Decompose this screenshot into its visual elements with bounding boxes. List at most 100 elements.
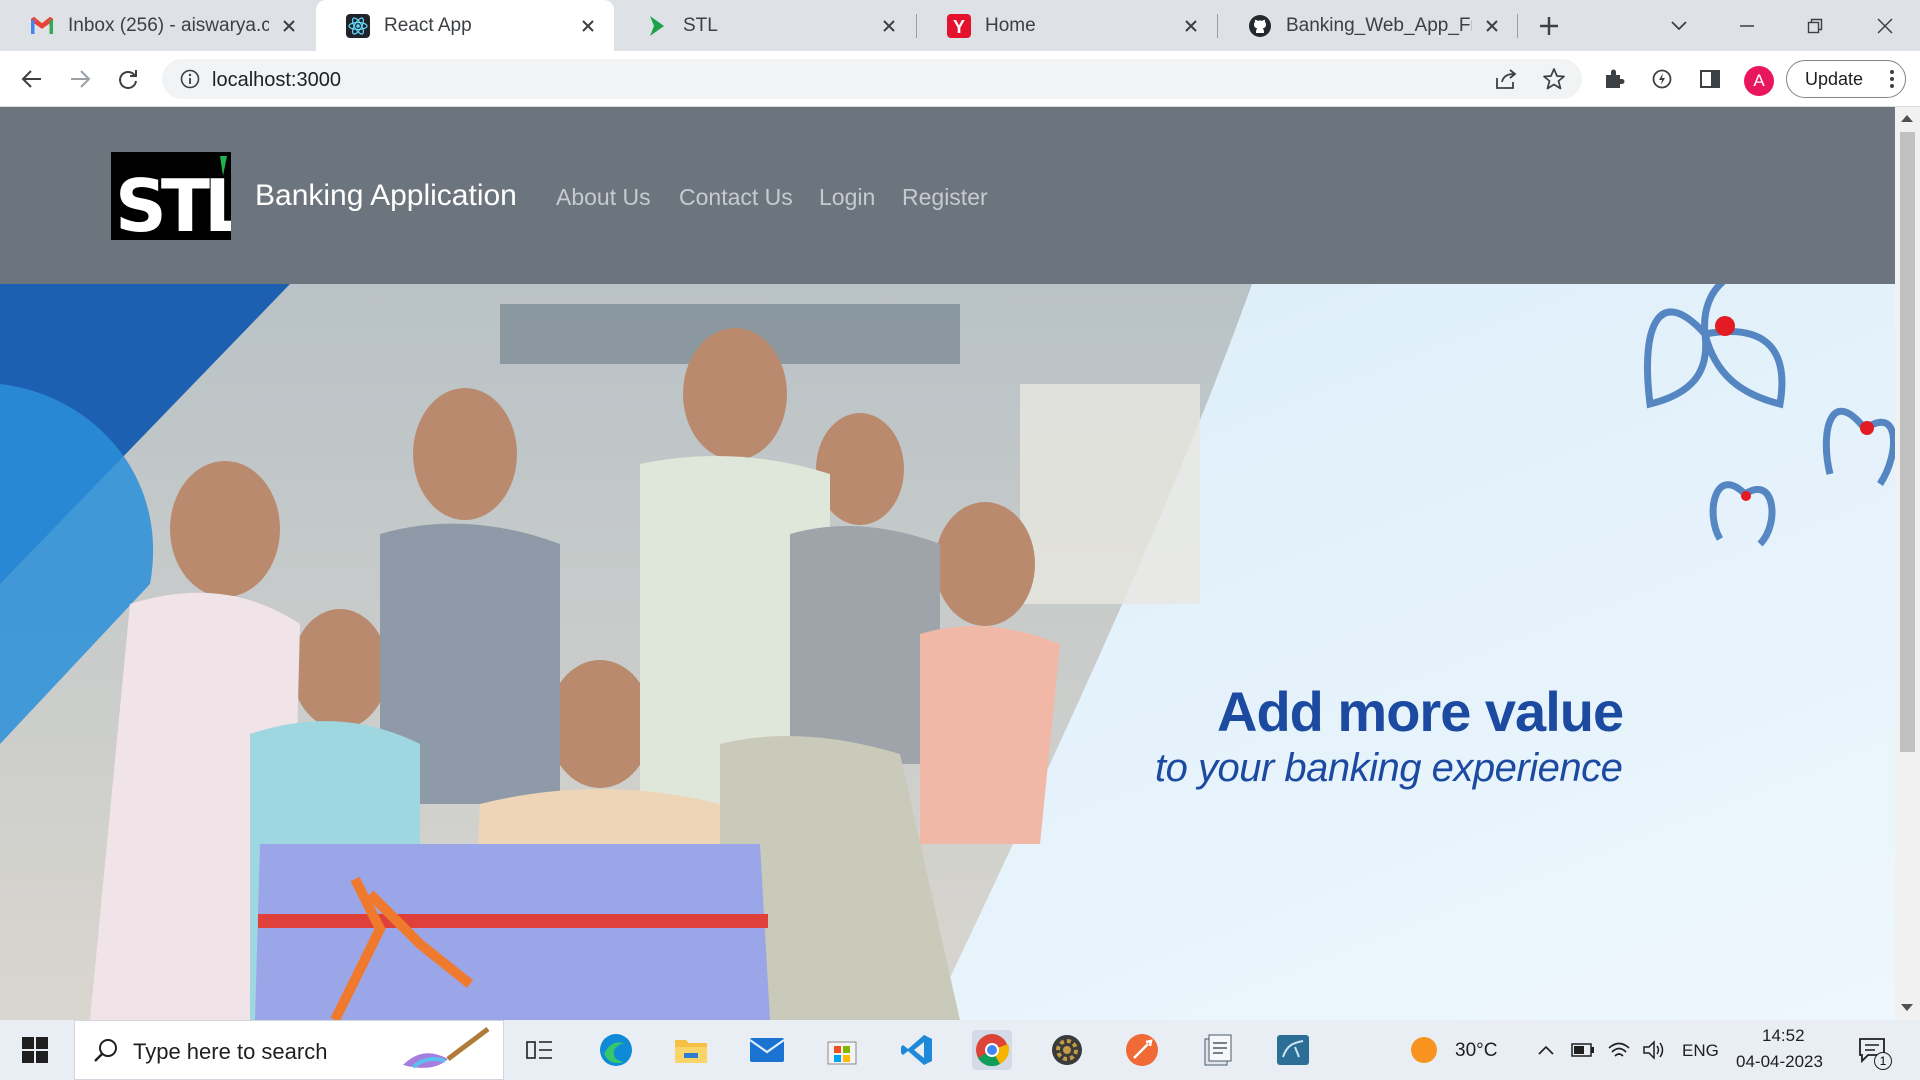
input-language[interactable]: ENG [1682, 1041, 1719, 1061]
side-panel-icon [1700, 70, 1720, 88]
update-button[interactable]: Update [1786, 60, 1906, 98]
brand-name[interactable]: Banking Application [255, 179, 517, 213]
stl-icon [645, 14, 669, 38]
store-icon [827, 1041, 857, 1065]
tab-github[interactable]: Banking_Web_App_Fronte [1218, 0, 1518, 51]
github-icon [1248, 14, 1272, 38]
page-viewport: STL Banking Application About Us Contact… [0, 107, 1895, 1020]
extensions-button[interactable] [1598, 63, 1630, 95]
windows-logo-icon [22, 1037, 48, 1063]
side-panel-button[interactable] [1694, 63, 1726, 95]
tab-title: Banking_Web_App_Fronte [1286, 14, 1472, 36]
new-tab-button[interactable] [1534, 11, 1564, 41]
performance-button[interactable] [1646, 63, 1678, 95]
volume-tray-button[interactable] [1634, 1030, 1674, 1070]
hero-banner-image [0, 284, 1895, 1020]
postman-icon [1126, 1034, 1158, 1066]
back-button[interactable] [16, 63, 48, 95]
restore-button[interactable] [1800, 11, 1830, 41]
close-icon[interactable] [576, 14, 600, 38]
url-text[interactable]: localhost:3000 [212, 69, 341, 92]
chevron-up-icon [1538, 1045, 1554, 1055]
scrollbar-thumb[interactable] [1900, 132, 1915, 752]
hero-banner: Add more value to your banking experienc… [0, 284, 1895, 1020]
store-app-button[interactable] [822, 1030, 862, 1070]
bookmark-star-icon[interactable] [1542, 67, 1566, 96]
postman-app-button[interactable] [1122, 1030, 1162, 1070]
scroll-up-arrow[interactable] [1901, 115, 1913, 122]
weather-temperature[interactable]: 30°C [1455, 1040, 1497, 1062]
start-button[interactable] [15, 1030, 55, 1070]
yahoo-icon: Y [947, 13, 971, 38]
edge-app-button[interactable] [596, 1030, 636, 1070]
gear-icon [1052, 1035, 1082, 1065]
clock-date[interactable]: 04-04-2023 [1736, 1052, 1823, 1072]
folder-icon [675, 1040, 707, 1063]
logo-text: STL [115, 164, 231, 240]
wifi-tray-button[interactable] [1599, 1030, 1639, 1070]
chrome-app-button[interactable] [972, 1030, 1012, 1070]
windows-taskbar: Type here to search 30°C ENG 14:52 04-04… [0, 1020, 1920, 1080]
forward-button[interactable] [64, 63, 96, 95]
reload-icon [119, 70, 137, 89]
taskbar-search-box[interactable]: Type here to search [74, 1020, 504, 1080]
file-explorer-button[interactable] [671, 1030, 711, 1070]
mail-icon [749, 1038, 785, 1062]
paintbrush-icon [393, 1025, 493, 1080]
minimize-button[interactable] [1732, 11, 1762, 41]
settings-app-button[interactable] [1047, 1030, 1087, 1070]
browser-toolbar: localhost:3000 A Update [0, 51, 1920, 107]
documents-app-button[interactable] [1198, 1030, 1238, 1070]
tab-title: Home [985, 14, 1036, 36]
address-bar[interactable]: localhost:3000 [162, 59, 1582, 99]
react-icon [346, 13, 370, 38]
tab-react-app[interactable]: React App [316, 0, 614, 51]
stl-logo[interactable]: STL [111, 152, 254, 248]
tab-inbox[interactable]: Inbox (256) - aiswarya.cin [0, 0, 315, 51]
chevron-down-icon [1671, 21, 1687, 31]
tab-stl[interactable]: STL [615, 0, 915, 51]
nav-contact-us[interactable]: Contact Us [679, 184, 793, 211]
close-icon[interactable] [877, 14, 901, 38]
mysql-app-button[interactable] [1273, 1030, 1313, 1070]
profile-avatar[interactable]: A [1744, 66, 1774, 96]
task-view-icon [526, 1041, 552, 1059]
close-icon[interactable] [1179, 14, 1203, 38]
vscode-app-button[interactable] [897, 1030, 937, 1070]
tab-search-button[interactable] [1664, 11, 1694, 41]
close-icon[interactable] [277, 14, 301, 38]
reload-button[interactable] [112, 63, 144, 95]
tab-home[interactable]: Y Home [917, 0, 1217, 51]
nav-login[interactable]: Login [819, 184, 875, 211]
notifications-button[interactable]: 1 [1852, 1030, 1892, 1070]
restore-icon [1807, 18, 1823, 34]
arrow-right-icon [71, 70, 91, 88]
battery-icon [1571, 1043, 1594, 1057]
info-icon[interactable] [180, 69, 200, 94]
chrome-icon [976, 1034, 1010, 1067]
hero-subtitle: to your banking experience [1155, 746, 1623, 790]
sun-icon [1411, 1037, 1437, 1063]
browser-tab-strip: Inbox (256) - aiswarya.cin React App STL… [0, 0, 1920, 51]
share-icon[interactable] [1494, 68, 1518, 95]
nav-register[interactable]: Register [902, 184, 988, 211]
mail-app-button[interactable] [747, 1030, 787, 1070]
battery-tray-button[interactable] [1563, 1030, 1603, 1070]
arrow-left-icon [21, 70, 41, 88]
nav-about-us[interactable]: About Us [556, 184, 651, 211]
weather-widget[interactable] [1404, 1030, 1444, 1070]
scroll-down-arrow[interactable] [1901, 1004, 1913, 1011]
close-window-button[interactable] [1870, 11, 1900, 41]
page-scrollbar[interactable] [1895, 107, 1920, 1020]
gmail-icon [30, 14, 54, 38]
task-view-button[interactable] [520, 1030, 560, 1070]
plus-icon [1540, 17, 1558, 35]
show-hidden-icons-button[interactable] [1526, 1030, 1566, 1070]
clock-time[interactable]: 14:52 [1762, 1026, 1805, 1046]
close-icon[interactable] [1480, 14, 1504, 38]
close-icon [1877, 18, 1893, 34]
update-label: Update [1805, 68, 1864, 89]
vscode-icon [901, 1035, 932, 1065]
puzzle-icon [1606, 69, 1625, 88]
site-navbar: STL Banking Application About Us Contact… [0, 107, 1895, 284]
